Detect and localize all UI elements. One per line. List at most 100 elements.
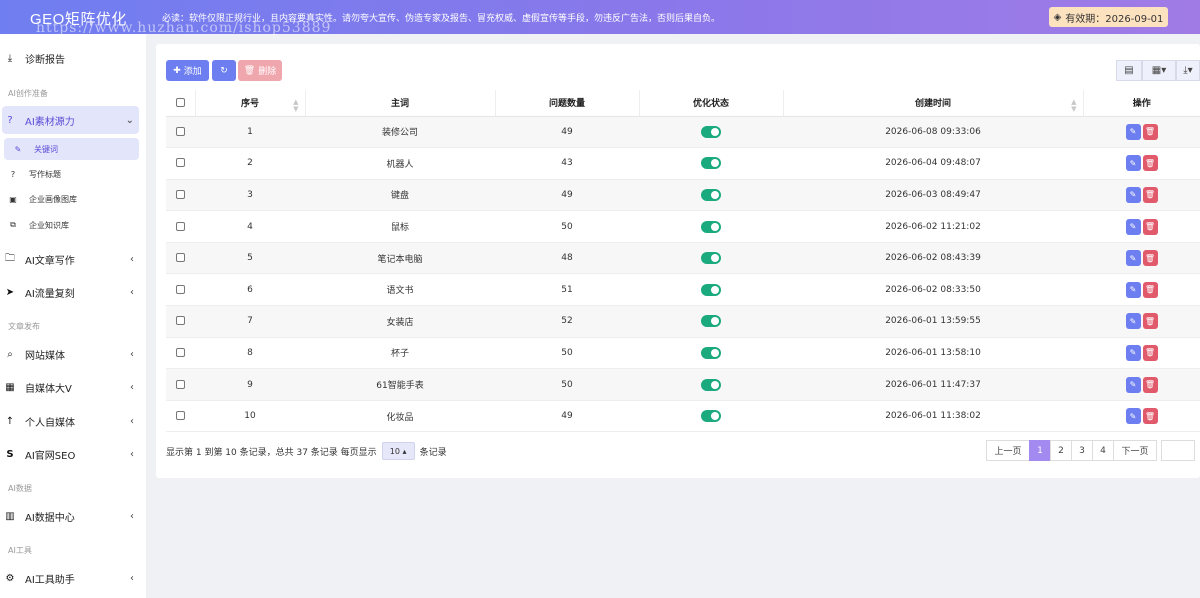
delete-row-button[interactable]: 🗑 [1142, 281, 1158, 298]
row-checkbox[interactable] [176, 221, 185, 231]
question-circle-icon: ? [7, 114, 13, 126]
sidebar-sub-keywords[interactable]: ✎ 关键词 [0, 141, 146, 157]
select-all-checkbox[interactable] [175, 97, 185, 107]
sidebar-item-ai-material[interactable]: ? AI素材源力 ⌄ [0, 110, 146, 130]
status-toggle[interactable] [701, 410, 721, 423]
pagination-info-suffix: 条记录 [419, 447, 447, 458]
row-select-cell[interactable] [166, 242, 195, 275]
delete-row-button[interactable]: 🗑 [1142, 123, 1158, 140]
status-toggle[interactable] [701, 283, 721, 296]
status-toggle[interactable] [701, 188, 721, 201]
delete-row-button[interactable]: 🗑 [1142, 376, 1158, 393]
export-button[interactable]: ⤓▾ [1176, 60, 1200, 81]
row-actions: ✎ 🗑 [1083, 147, 1200, 180]
pencil-icon: ✎ [1129, 316, 1137, 326]
row-checkbox[interactable] [176, 126, 185, 136]
delete-row-button[interactable]: 🗑 [1142, 155, 1158, 172]
sidebar-sub-title[interactable]: ? 写作标题 [0, 166, 146, 182]
sidebar-item-label: AI文章写作 [25, 255, 75, 267]
row-created: 2026-06-02 08:43:39 [783, 242, 1083, 275]
status-toggle[interactable] [701, 346, 721, 359]
row-status-cell [639, 368, 783, 401]
row-select-cell[interactable] [166, 147, 195, 180]
row-actions: ✎ 🗑 [1083, 368, 1200, 401]
sidebar-item-ai-seo[interactable]: S AI官网SEO ‹ [0, 444, 146, 464]
edit-button[interactable]: ✎ [1125, 408, 1141, 425]
page-button-4[interactable]: 4 [1092, 440, 1114, 461]
col-header-id[interactable]: 序号 ▲ ▼ [195, 90, 306, 117]
refresh-button[interactable]: ↻ [212, 60, 236, 81]
row-checkbox[interactable] [176, 253, 185, 263]
row-select-cell[interactable] [166, 368, 195, 401]
row-checkbox[interactable] [176, 189, 185, 199]
delete-row-button[interactable]: 🗑 [1142, 186, 1158, 203]
edit-button[interactable]: ✎ [1125, 250, 1141, 267]
page-size-select[interactable]: 10 ▴ [381, 442, 415, 460]
row-checkbox[interactable] [176, 158, 185, 168]
row-checkbox[interactable] [176, 411, 185, 421]
col-header-created[interactable]: 创建时间 ▲ ▼ [783, 90, 1084, 117]
sidebar-item-ai-traffic[interactable]: ➤ AI流量复刻 ‹ [0, 282, 146, 302]
sidebar-item-self-media-v[interactable]: ▦ 自媒体大V ‹ [0, 377, 146, 397]
trash-icon: 🗑 [1144, 158, 1156, 168]
edit-button[interactable]: ✎ [1125, 186, 1141, 203]
status-toggle[interactable] [701, 157, 721, 170]
status-toggle[interactable] [701, 125, 721, 138]
status-toggle[interactable] [701, 378, 721, 391]
edit-button[interactable]: ✎ [1125, 218, 1141, 235]
row-created: 2026-06-01 13:58:10 [783, 337, 1083, 370]
row-checkbox[interactable] [176, 316, 185, 326]
col-header-word: 主词 [305, 90, 496, 117]
row-select-cell[interactable] [166, 116, 195, 149]
pagination: 上一页 1 2 3 4 下一页 [986, 440, 1195, 461]
row-select-cell[interactable] [166, 305, 195, 338]
status-toggle[interactable] [701, 315, 721, 328]
edit-button[interactable]: ✎ [1125, 344, 1141, 361]
row-select-cell[interactable] [166, 179, 195, 212]
delete-button[interactable]: 🗑 删除 [238, 60, 282, 81]
page-button-1[interactable]: 1 [1029, 440, 1051, 461]
row-checkbox[interactable] [176, 379, 185, 389]
edit-button[interactable]: ✎ [1125, 155, 1141, 172]
sidebar-item-data-center[interactable]: ▥ AI数据中心 ‹ [0, 506, 146, 526]
page-jump-input[interactable] [1161, 440, 1195, 461]
delete-row-button[interactable]: 🗑 [1142, 313, 1158, 330]
chevron-left-icon: ‹ [130, 286, 134, 298]
sidebar-item-site-media[interactable]: ⌕ 网站媒体 ‹ [0, 344, 146, 364]
select-all-cell[interactable] [166, 90, 196, 117]
sidebar-item-personal-media[interactable]: ↑ 个人自媒体 ‹ [0, 411, 146, 431]
sidebar-sub-gallery[interactable]: ▣ 企业画像图库 [0, 191, 146, 207]
edit-button[interactable]: ✎ [1125, 281, 1141, 298]
row-select-cell[interactable] [166, 210, 195, 243]
sidebar-item-ai-article[interactable]: 🗀 AI文章写作 ‹ [0, 249, 146, 269]
prev-page-button[interactable]: 上一页 [986, 440, 1030, 461]
add-button[interactable]: ✚ 添加 [166, 60, 209, 81]
status-toggle[interactable] [701, 220, 721, 233]
main-card: ✚ 添加 ↻ 🗑 删除 ▤ ▦▾ ⤓▾ 序号 ▲ ▼ 主词 问题数量 优化状态 创建… [156, 44, 1200, 478]
delete-row-button[interactable]: 🗑 [1142, 408, 1158, 425]
edit-button[interactable]: ✎ [1125, 376, 1141, 393]
page-button-3[interactable]: 3 [1071, 440, 1093, 461]
expiry-badge[interactable]: ◈ 有效期：2026-09-01 [1049, 7, 1168, 27]
sidebar-item-report[interactable]: ⤓ 诊断报告 [0, 48, 146, 68]
row-select-cell[interactable] [166, 400, 195, 433]
row-checkbox[interactable] [176, 347, 185, 357]
sidebar-item-label: AI素材源力 [25, 116, 75, 128]
row-select-cell[interactable] [166, 337, 195, 370]
sidebar: ⤓ 诊断报告 AI创作准备 ? AI素材源力 ⌄ ✎ 关键词 ? 写作标题 ▣ … [0, 34, 146, 598]
edit-button[interactable]: ✎ [1125, 313, 1141, 330]
delete-row-button[interactable]: 🗑 [1142, 344, 1158, 361]
columns-button[interactable]: ▦▾ [1142, 60, 1176, 81]
row-select-cell[interactable] [166, 273, 195, 307]
status-toggle[interactable] [701, 252, 721, 265]
delete-row-button[interactable]: 🗑 [1142, 218, 1158, 235]
row-checkbox[interactable] [176, 284, 185, 294]
edit-button[interactable]: ✎ [1125, 123, 1141, 140]
sidebar-item-tool-assistant[interactable]: ⚙ AI工具助手 ‹ [0, 568, 146, 588]
page-button-2[interactable]: 2 [1050, 440, 1072, 461]
next-page-button[interactable]: 下一页 [1113, 440, 1157, 461]
row-created: 2026-06-08 09:33:06 [783, 116, 1083, 149]
delete-row-button[interactable]: 🗑 [1142, 250, 1158, 267]
sidebar-sub-knowledge[interactable]: ⧉ 企业知识库 [0, 217, 146, 233]
toggle-view-button[interactable]: ▤ [1116, 60, 1142, 81]
